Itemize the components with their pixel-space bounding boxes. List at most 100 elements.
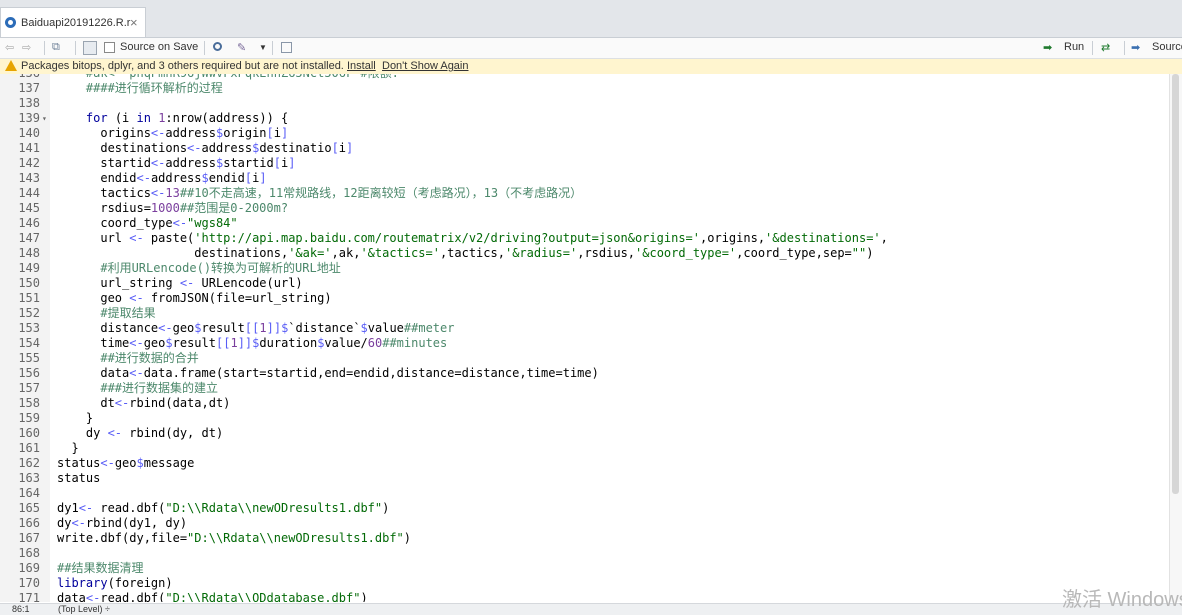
code-line[interactable]: 155 ##进行数据的合并 — [0, 351, 1182, 366]
code-text: #利用URLencode()转换为可解析的URL地址 — [100, 261, 341, 275]
line-number: 155 — [18, 351, 40, 365]
code-line[interactable]: 166 dy<-rbind(dy1, dy) — [0, 516, 1182, 531]
dont-show-again-link[interactable]: Don't Show Again — [382, 60, 469, 72]
line-number: 140 — [18, 126, 40, 140]
line-number: 146 — [18, 216, 40, 230]
line-number: 169 — [18, 561, 40, 575]
line-number: 145 — [18, 201, 40, 215]
code-line[interactable]: 171 data<-read.dbf("D:\\Rdata\\ODdatabase… — [0, 591, 1182, 602]
code-line[interactable]: 139 ▾ for (i in 1:nrow(address)) { — [0, 111, 1182, 126]
install-link[interactable]: Install — [347, 60, 376, 72]
source-icon[interactable]: ➡ — [1131, 41, 1140, 55]
code-line[interactable]: 167 write.dbf(dy,file="D:\\Rdata\\newODre… — [0, 531, 1182, 546]
code-text: data<-data.frame(start=startid,end=endid… — [57, 366, 599, 380]
code-line[interactable]: 145 rsdius=1000##范围是0-2000m? — [0, 201, 1182, 216]
code-line[interactable]: 153 distance<-geo$result[[1]]$`distance`… — [0, 321, 1182, 336]
code-text: status<-geo$message — [57, 456, 195, 470]
code-line[interactable]: 161 } — [0, 441, 1182, 456]
code-line[interactable]: 142 startid<-address$startid[i] — [0, 156, 1182, 171]
code-line[interactable]: 169 ##结果数据清理 — [0, 561, 1182, 576]
code-text: destinations,'&ak=',ak,'&tactics=',tacti… — [57, 246, 874, 260]
code-line[interactable]: 144 tactics<-13##10不走高速，11常规路线，12距离较短（考虑… — [0, 186, 1182, 201]
line-number: 164 — [18, 486, 40, 500]
source-on-save-label: Source on Save — [120, 41, 199, 53]
editor-status-bar: 86:1 (Top Level) ÷ — [0, 603, 1182, 615]
save-icon[interactable] — [83, 41, 97, 55]
code-line[interactable]: 138 — [0, 96, 1182, 111]
run-button[interactable]: Run — [1064, 41, 1084, 55]
code-text: coord_type<-"wgs84" — [57, 216, 238, 230]
line-number: 167 — [18, 531, 40, 545]
code-line[interactable]: 158 dt<-rbind(data,dt) — [0, 396, 1182, 411]
magic-wand-icon[interactable]: ✎ — [237, 41, 246, 55]
code-text: endid<-address$endid[i] — [57, 171, 267, 185]
code-line[interactable]: 162 status<-geo$message — [0, 456, 1182, 471]
code-line[interactable]: 147 url <- paste('http://api.map.baidu.c… — [0, 231, 1182, 246]
code-line[interactable]: 165 dy1<- read.dbf("D:\\Rdata\\newODresul… — [0, 501, 1182, 516]
code-editor[interactable]: 136 #ak<-"phqPmnR96jWwvFxPqkEhhZ65Nct506… — [0, 74, 1182, 602]
code-text: ##结果数据清理 — [57, 561, 144, 575]
forward-arrow-icon[interactable]: ⇨ — [22, 41, 31, 55]
close-tab-icon[interactable]: × — [130, 15, 138, 30]
code-text: ###进行数据集的建立 — [100, 381, 219, 395]
line-number: 165 — [18, 501, 40, 515]
code-text: url <- paste('http://api.map.baidu.com/r… — [57, 231, 888, 245]
code-line[interactable]: 148 destinations,'&ak=',ak,'&tactics=',t… — [0, 246, 1182, 261]
warning-message: Packages bitops, dplyr, and 3 others req… — [21, 60, 344, 72]
fold-chevron-icon[interactable]: ▾ — [42, 111, 47, 126]
source-button[interactable]: Source — [1152, 41, 1182, 55]
run-icon[interactable]: ➡ — [1043, 41, 1052, 55]
code-text: rsdius=1000##范围是0-2000m? — [57, 201, 289, 215]
line-number: 162 — [18, 456, 40, 470]
line-number: 150 — [18, 276, 40, 290]
chevron-down-icon[interactable]: ▼ — [259, 43, 267, 57]
line-number: 148 — [18, 246, 40, 260]
search-icon[interactable] — [213, 42, 222, 51]
line-number: 152 — [18, 306, 40, 320]
file-tab-label: Baiduapi20191226.R.r — [21, 17, 131, 29]
code-line[interactable]: 146 coord_type<-"wgs84" — [0, 216, 1182, 231]
line-number: 163 — [18, 471, 40, 485]
show-in-window-icon[interactable]: ⧉ — [52, 41, 60, 55]
code-line[interactable]: 163 status — [0, 471, 1182, 486]
code-line[interactable]: 160 dy <- rbind(dy, dt) — [0, 426, 1182, 441]
scope-selector[interactable]: (Top Level) ÷ — [58, 604, 110, 614]
compile-report-icon[interactable] — [281, 42, 292, 53]
code-line[interactable]: 150 url_string <- URLencode(url) — [0, 276, 1182, 291]
file-tab[interactable]: Baiduapi20191226.R.r × — [0, 7, 146, 37]
code-line[interactable]: 149 #利用URLencode()转换为可解析的URL地址 — [0, 261, 1182, 276]
code-line[interactable]: 164 — [0, 486, 1182, 501]
scrollbar-thumb[interactable] — [1172, 74, 1179, 494]
code-line[interactable]: 168 — [0, 546, 1182, 561]
line-number: 157 — [18, 381, 40, 395]
line-number: 142 — [18, 156, 40, 170]
code-line[interactable]: 156 data<-data.frame(start=startid,end=e… — [0, 366, 1182, 381]
line-number: 161 — [18, 441, 40, 455]
editor-vertical-scrollbar[interactable] — [1169, 74, 1182, 602]
code-line[interactable]: 143 endid<-address$endid[i] — [0, 171, 1182, 186]
code-text: url_string <- URLencode(url) — [57, 276, 303, 290]
editor-toolbar: ⇦ ⇨ ⧉ Source on Save ✎ ▼ ➡ Run ⇄ ➡ Sourc… — [0, 38, 1182, 59]
back-arrow-icon[interactable]: ⇦ — [5, 41, 14, 55]
code-line[interactable]: 136 #ak<-"phqPmnR96jWwvFxPqkEhhZ65Nct506… — [0, 74, 1182, 81]
code-text: distance<-geo$result[[1]]$`distance`$val… — [57, 321, 455, 335]
code-line[interactable]: 152 #提取结果 — [0, 306, 1182, 321]
line-number: 160 — [18, 426, 40, 440]
code-line[interactable]: 159 } — [0, 411, 1182, 426]
line-number: 153 — [18, 321, 40, 335]
code-line[interactable]: 137 ####进行循环解析的过程 — [0, 81, 1182, 96]
code-line[interactable]: 140 origins<-address$origin[i] — [0, 126, 1182, 141]
code-line[interactable]: 170 library(foreign) — [0, 576, 1182, 591]
code-text: write.dbf(dy,file="D:\\Rdata\\newODresul… — [57, 531, 412, 545]
code-line[interactable]: 154 time<-geo$result[[1]]$duration$value… — [0, 336, 1182, 351]
source-on-save-checkbox[interactable] — [104, 42, 115, 53]
line-number: 168 — [18, 546, 40, 560]
code-line[interactable]: 141 destinations<-address$destinatio[i] — [0, 141, 1182, 156]
code-text: #提取结果 — [100, 306, 156, 320]
rerun-icon[interactable]: ⇄ — [1101, 41, 1110, 55]
code-line[interactable]: 151 geo <- fromJSON(file=url_string) — [0, 291, 1182, 306]
code-text: ####进行循环解析的过程 — [85, 81, 223, 95]
code-text: origins<-address$origin[i] — [57, 126, 289, 140]
code-text: data<-read.dbf("D:\\Rdata\\ODdatabase.db… — [57, 591, 368, 602]
code-line[interactable]: 157 ###进行数据集的建立 — [0, 381, 1182, 396]
